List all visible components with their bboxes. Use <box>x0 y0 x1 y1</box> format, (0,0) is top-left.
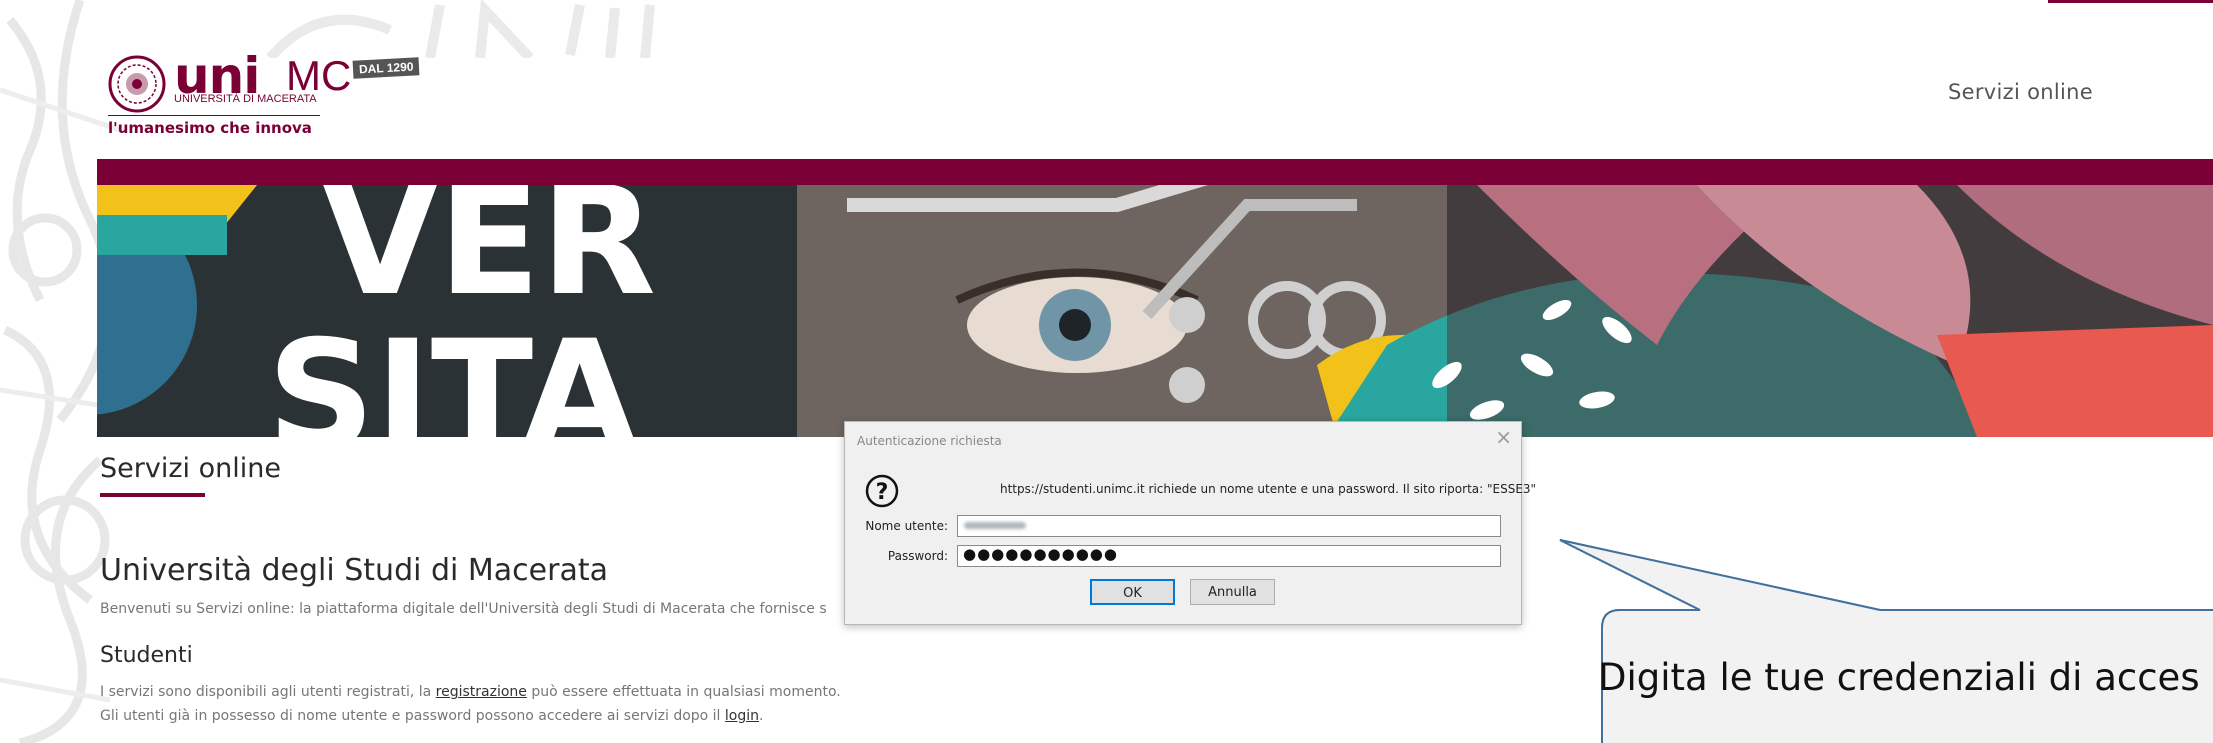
password-field[interactable]: ●●●●●●●●●●● <box>957 545 1501 567</box>
callout-text: Digita le tue credenziali di acces <box>1598 656 2200 699</box>
logo-divider <box>108 115 320 116</box>
ok-button[interactable]: OK <box>1090 579 1175 605</box>
seal-icon <box>108 55 166 113</box>
close-icon[interactable]: × <box>1495 427 1512 447</box>
cancel-button[interactable]: Annulla <box>1190 579 1275 605</box>
nav-servizi-online[interactable]: Servizi online <box>1948 80 2093 104</box>
password-label: Password: <box>887 549 948 563</box>
students-heading: Studenti <box>100 643 193 668</box>
registration-info: I servizi sono disponibili agli utenti r… <box>100 684 841 700</box>
university-heading: Università degli Studi di Macerata <box>100 553 608 588</box>
registration-link[interactable]: registrazione <box>436 684 527 700</box>
page-title: Servizi online <box>100 453 281 484</box>
welcome-text: Benvenuti su Servizi online: la piattafo… <box>100 601 827 617</box>
top-corner-accent <box>2048 0 2213 3</box>
login-link[interactable]: login <box>725 708 759 724</box>
svg-text:SITA: SITA <box>267 309 638 437</box>
founding-badge: DAL 1290 <box>352 57 420 79</box>
login-text-before: Gli utenti già in possesso di nome utent… <box>100 708 725 724</box>
auth-dialog: Autenticazione richiesta × ? https://stu… <box>844 421 1536 625</box>
svg-text:VER: VER <box>322 185 656 329</box>
login-info: Gli utenti già in possesso di nome utent… <box>100 708 763 724</box>
banner-top-bar <box>97 159 2213 185</box>
callout-bubble <box>1559 539 2213 743</box>
registration-text-before: I servizi sono disponibili agli utenti r… <box>100 684 436 700</box>
registration-text-after: può essere effettuata in qualsiasi momen… <box>526 684 841 700</box>
blurred-username <box>964 522 1026 529</box>
logo-subtitle: UNIVERSITÀ DI MACERATA <box>174 93 317 105</box>
top-decoration <box>266 0 655 58</box>
username-label: Nome utente: <box>865 519 948 533</box>
dialog-title: Autenticazione richiesta <box>857 434 1002 448</box>
logo-tagline: l'umanesimo che innova <box>108 119 312 137</box>
login-text-after: . <box>759 708 764 724</box>
hero-banner: VER SITA <box>97 185 2213 437</box>
dialog-message: https://studenti.unimc.it richiede un no… <box>1000 482 1537 496</box>
university-logo[interactable]: uni MC UNIVERSITÀ DI MACERATA DAL 1290 l… <box>108 47 438 145</box>
password-value: ●●●●●●●●●●● <box>963 545 1118 563</box>
title-underline <box>100 493 205 497</box>
svg-text:?: ? <box>876 480 889 505</box>
question-icon: ? <box>865 474 899 508</box>
username-field[interactable] <box>957 515 1501 537</box>
